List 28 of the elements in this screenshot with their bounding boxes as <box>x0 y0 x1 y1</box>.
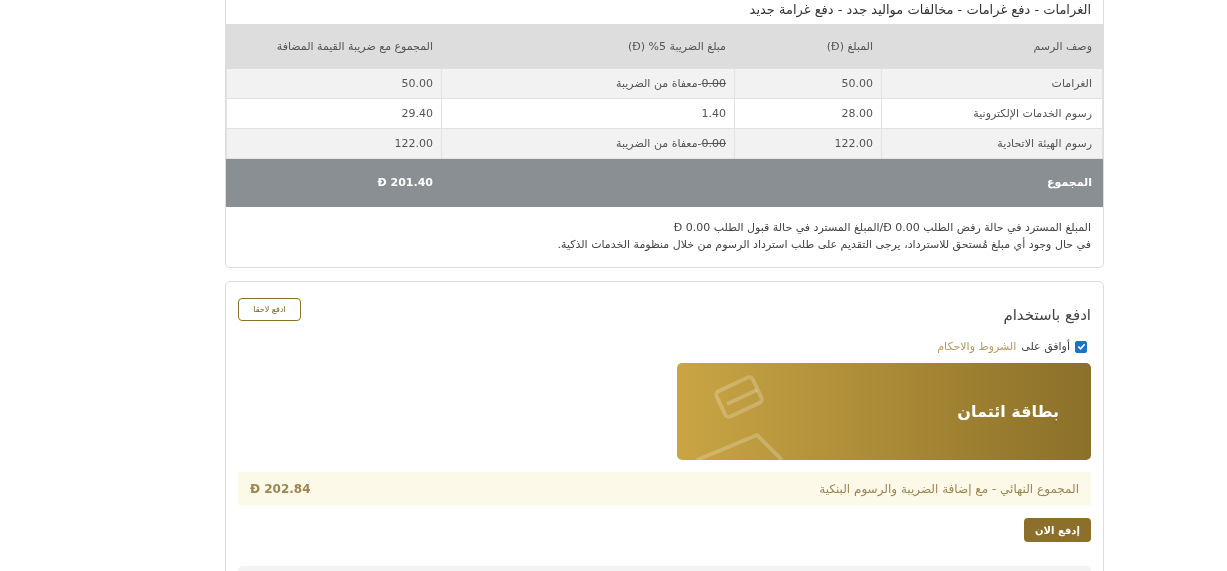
terms-link[interactable]: الشروط والاحكام <box>937 340 1017 353</box>
table-cell: 28.00 <box>734 98 882 129</box>
column-header: المجموع مع ضريبة القيمة المضافة <box>226 24 442 69</box>
final-total-label: المجموع النهائي - مع إضافة الضريبة والرسوم البنكية <box>819 481 1079 496</box>
column-header: مبلغ الضريبة 5% (Đ) <box>441 24 735 69</box>
column-header: المبلغ (Đ) <box>734 24 882 69</box>
note-text: في حال وجود أي مبلغ مُستحق للاسترداد، يرجى التقديم على طلب استرداد الرسوم من خلال منظومة الخدمات الذكية. <box>556 236 1091 253</box>
table-cell: 50.00 <box>226 68 442 99</box>
table-cell: رسوم الخدمات الإلكترونية <box>881 98 1103 129</box>
table-cell: 50.00 <box>734 68 882 99</box>
pay-now-button[interactable]: إدفع الان <box>1024 518 1091 542</box>
table-cell: 1.40 <box>441 98 735 129</box>
table-cell: الغرامات <box>881 68 1103 99</box>
checkbox[interactable] <box>1075 340 1087 353</box>
pay-later-button[interactable]: ادفع لاحقا <box>238 297 301 321</box>
table-cell: 122.00 <box>226 128 442 159</box>
column-header: وصف الرسم <box>881 24 1103 69</box>
section-title: الغرامات - دفع غرامات - مخالفات مواليد جدد - دفع غرامة جديد <box>748 1 1092 20</box>
total-label: المجموع <box>881 158 1103 207</box>
final-total-value: Đ 202.84 <box>250 481 311 496</box>
table-cell: 122.00 <box>734 128 882 159</box>
note-text: المبلغ المسترد في حالة رفض الطلب 0.00 Đ/المبلغ المسترد في حالة قبول الطلب 0.00 Đ <box>672 220 1091 236</box>
section-title: ادفع باستخدام <box>1003 305 1091 324</box>
table-cell: رسوم الهيئة الاتحادية <box>881 128 1103 159</box>
total-value: Đ 201.40 <box>226 158 442 207</box>
table-cell: 29.40 <box>226 98 442 129</box>
credit-card-option[interactable]: بطاقة ائتمان <box>677 363 1091 460</box>
terms-label: أوافق على <box>1021 340 1070 353</box>
